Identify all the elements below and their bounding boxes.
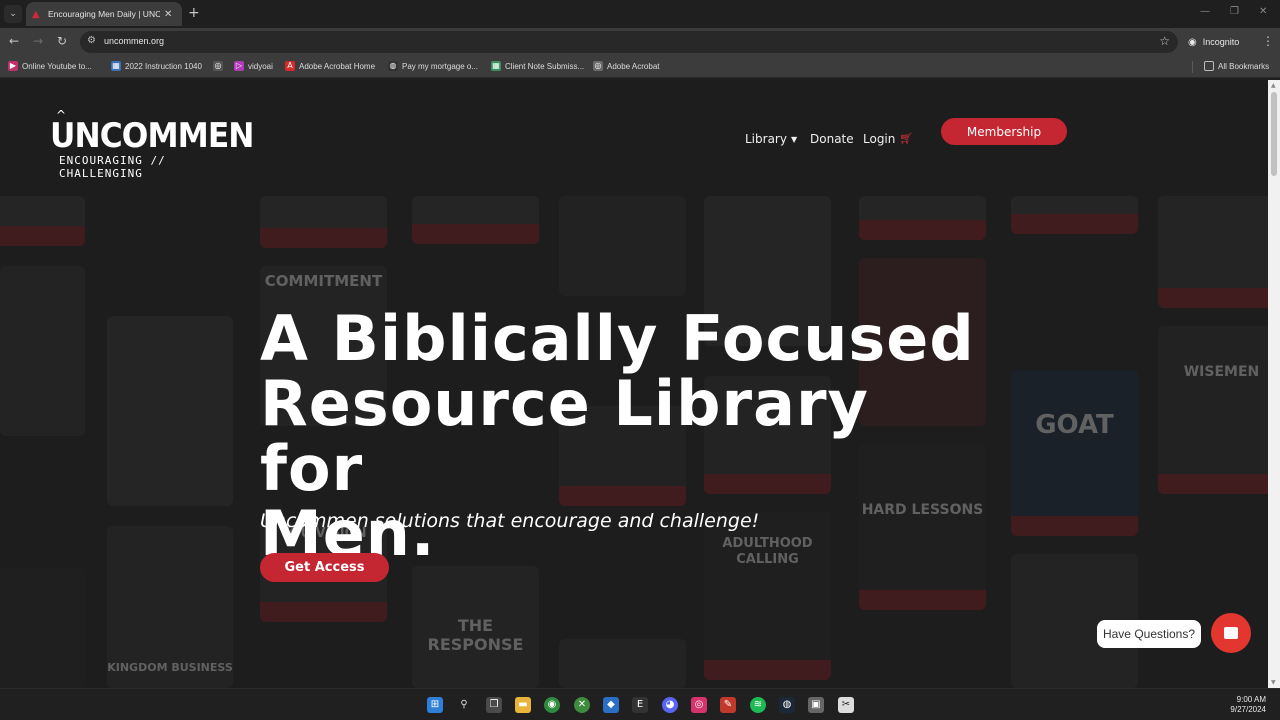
browser-tab-strip: ⌄ ▲ Encouraging Men Daily | UNCO ✕ + — ❐… — [0, 0, 1280, 28]
task-view-icon[interactable]: ❐ — [486, 697, 502, 713]
site-info-icon[interactable]: ⚙ — [87, 35, 96, 46]
nav-library-label: Library — [745, 132, 787, 146]
steam-icon[interactable]: ◍ — [779, 697, 795, 713]
vidyo-icon: ▷ — [234, 61, 244, 71]
uncommen-logo[interactable]: ^ UNCOMMEN ENCOURAGING // CHALLENGING — [50, 108, 254, 180]
epic-games-icon[interactable]: E — [632, 697, 648, 713]
browser-toolbar: ← → ↻ ⚙ uncommen.org ☆ ◉ Incognito ⋮ — [0, 28, 1280, 56]
chrome-icon[interactable]: ◉ — [544, 697, 560, 713]
xbox-icon[interactable]: ✕ — [574, 697, 590, 713]
incognito-icon: ◉ — [1188, 36, 1197, 48]
bookmark-item[interactable]: ▦ 2022 Instruction 1040 — [111, 61, 202, 71]
bookmark-star-icon[interactable]: ☆ — [1159, 34, 1170, 48]
hero-headline-line: A Biblically Focused — [260, 302, 975, 375]
membership-button[interactable]: Membership — [941, 118, 1067, 145]
search-icon[interactable]: ⚲ — [456, 697, 472, 713]
windows-start-icon[interactable]: ⊞ — [427, 697, 443, 713]
acrobat-icon: A — [285, 61, 295, 71]
hero-section: KINGDOM BUSINESS COMMITMENT YOU VISION T… — [0, 196, 1268, 688]
bookmark-item[interactable]: ▷ vidyoai — [234, 61, 273, 71]
browser-tab-active[interactable]: ▲ Encouraging Men Daily | UNCO ✕ — [26, 2, 182, 26]
globe-icon: ◍ — [388, 61, 398, 71]
browser-menu-icon[interactable]: ⋮ — [1262, 34, 1274, 48]
incognito-label: Incognito — [1202, 37, 1240, 47]
incognito-indicator[interactable]: ◉ Incognito — [1188, 34, 1239, 50]
globe-icon: ◎ — [593, 61, 603, 71]
cart-icon[interactable]: 🛒︎ — [899, 132, 913, 145]
tab-title: Encouraging Men Daily | UNCO — [48, 9, 160, 19]
photos-icon[interactable]: ▣ — [808, 697, 824, 713]
document-icon: ▦ — [111, 61, 121, 71]
address-bar[interactable]: ⚙ uncommen.org ☆ — [80, 31, 1178, 53]
web-page: ^ UNCOMMEN ENCOURAGING // CHALLENGING Li… — [0, 80, 1268, 688]
scroll-up-icon[interactable]: ▲ — [1271, 82, 1276, 89]
play-icon: ▶ — [8, 61, 18, 71]
all-bookmarks[interactable]: All Bookmarks — [1204, 61, 1269, 71]
bookmarks-divider — [1192, 61, 1193, 73]
instagram-icon[interactable]: ◎ — [691, 697, 707, 713]
file-explorer-icon[interactable]: ▬ — [515, 697, 531, 713]
chat-bubble-icon — [1224, 627, 1238, 639]
spotify-icon[interactable]: ≋ — [750, 697, 766, 713]
bookmark-item[interactable]: ◎ — [213, 61, 227, 71]
scrollbar-thumb[interactable] — [1271, 92, 1277, 176]
logo-tagline: ENCOURAGING // CHALLENGING — [59, 154, 166, 180]
app-icon[interactable]: ✎ — [720, 697, 736, 713]
bookmark-item[interactable]: ◍ Pay my mortgage o... — [388, 61, 478, 71]
clock-time: 9:00 AM — [1236, 695, 1266, 704]
tab-search-button[interactable]: ⌄ — [4, 5, 22, 23]
nav-library[interactable]: Library ▼ — [745, 132, 797, 146]
bookmark-item[interactable]: ▶ Online Youtube to... — [8, 61, 92, 71]
forward-icon[interactable]: → — [33, 34, 43, 48]
store-icon[interactable]: ◆ — [603, 697, 619, 713]
bookmark-item[interactable]: A Adobe Acrobat Home — [285, 61, 375, 71]
uncommen-favicon-icon: ▲ — [32, 8, 40, 20]
hero-headline-line: Resource Library for — [260, 367, 869, 505]
get-access-button[interactable]: Get Access — [260, 553, 389, 582]
discord-icon[interactable]: ◕ — [662, 697, 678, 713]
site-header: ^ UNCOMMEN ENCOURAGING // CHALLENGING Li… — [0, 80, 1268, 196]
hero-subheadline: Uncommen solutions that encourage and ch… — [260, 510, 760, 532]
restore-icon[interactable]: ❐ — [1230, 6, 1239, 17]
globe-icon: ◎ — [213, 61, 223, 71]
folder-icon — [1204, 61, 1214, 71]
bookmark-item[interactable]: ◎ Adobe Acrobat — [593, 61, 659, 71]
new-tab-button[interactable]: + — [188, 5, 200, 21]
logo-wordmark: UNCOMMEN — [50, 116, 254, 156]
chat-launcher-button[interactable] — [1211, 613, 1251, 653]
grid-icon: ▦ — [491, 61, 501, 71]
clock-date: 9/27/2024 — [1230, 705, 1266, 714]
back-icon[interactable]: ← — [9, 34, 19, 48]
nav-donate[interactable]: Donate — [810, 132, 854, 146]
scroll-down-icon[interactable]: ▼ — [1271, 679, 1276, 686]
have-questions-prompt[interactable]: Have Questions? — [1097, 620, 1201, 648]
tab-close-icon[interactable]: ✕ — [164, 9, 172, 20]
window-close-icon[interactable]: ✕ — [1259, 6, 1267, 17]
page-scrollbar[interactable]: ▲ ▼ — [1268, 80, 1280, 688]
chevron-down-icon: ▼ — [790, 134, 798, 144]
url-text[interactable]: uncommen.org — [104, 36, 164, 46]
system-clock[interactable]: 9:00 AM 9/27/2024 — [1230, 695, 1266, 715]
minimize-icon[interactable]: — — [1200, 6, 1210, 17]
reload-icon[interactable]: ↻ — [57, 34, 67, 48]
capcut-icon[interactable]: ✂ — [838, 697, 854, 713]
nav-login[interactable]: Login — [863, 132, 895, 146]
bookmark-item[interactable]: ▦ Client Note Submiss... — [491, 61, 584, 71]
windows-taskbar: ⊞ ⚲ ❐ ▬ ◉ ✕ ◆ E ◕ ◎ ✎ ≋ ◍ ▣ ✂ 9:00 AM 9/… — [0, 688, 1280, 720]
bookmarks-bar: ▶ Online Youtube to... ▦ 2022 Instruction … — [0, 56, 1280, 78]
